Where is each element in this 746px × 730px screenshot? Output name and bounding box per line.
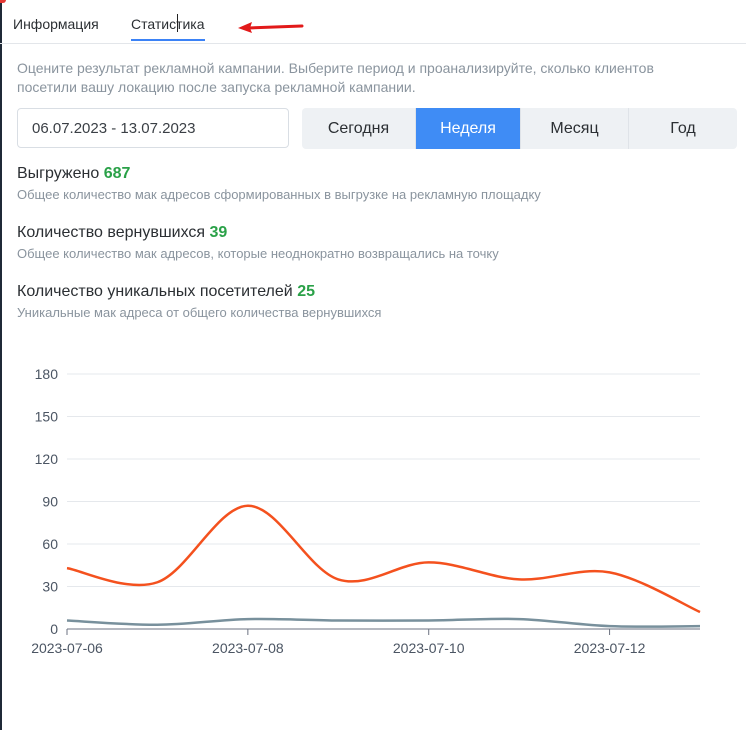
stat-returned-subtitle: Общее количество мак адресов, которые не… bbox=[17, 246, 499, 261]
stat-exported-label: Выгружено bbox=[17, 165, 100, 182]
active-tab-indicator bbox=[131, 39, 205, 41]
stat-exported-title: Выгружено 687 bbox=[17, 165, 541, 183]
y-tick-label: 0 bbox=[50, 621, 58, 637]
y-tick-label: 30 bbox=[42, 579, 58, 595]
stat-returned-label: Количество вернувшихся bbox=[17, 224, 206, 241]
x-tick-label: 2023-07-06 bbox=[31, 640, 103, 656]
stat-returned: Количество вернувшихся 39 Общее количест… bbox=[17, 224, 499, 261]
y-tick-label: 180 bbox=[35, 366, 59, 382]
y-tick-label: 120 bbox=[35, 451, 59, 467]
y-tick-label: 60 bbox=[42, 536, 58, 552]
text-cursor bbox=[177, 14, 178, 32]
stat-returned-title: Количество вернувшихся 39 bbox=[17, 224, 499, 242]
y-tick-label: 90 bbox=[42, 494, 58, 510]
period-today-button[interactable]: Сегодня bbox=[302, 108, 416, 149]
tab-information[interactable]: Информация bbox=[13, 16, 99, 32]
x-tick-label: 2023-07-08 bbox=[212, 640, 284, 656]
tab-statistics-label: Статистика bbox=[131, 16, 205, 32]
x-tick-label: 2023-07-10 bbox=[393, 640, 465, 656]
period-year-button[interactable]: Год bbox=[629, 108, 737, 149]
y-tick-label: 150 bbox=[35, 409, 59, 425]
red-arrow-annotation-icon bbox=[238, 22, 304, 33]
x-tick-label: 2023-07-12 bbox=[574, 640, 646, 656]
stat-exported-subtitle: Общее количество мак адресов сформирован… bbox=[17, 187, 541, 202]
visits-line-chart: 0 30 60 90 120 150 180 2023-07-06 2023-07-08 2023… bbox=[31, 366, 701, 656]
stat-unique-subtitle: Уникальные мак адреса от общего количест… bbox=[17, 305, 382, 320]
stat-exported: Выгружено 687 Общее количество мак адрес… bbox=[17, 165, 541, 202]
series-orange-line bbox=[66, 504, 701, 614]
date-range-input[interactable]: 06.07.2023 - 13.07.2023 bbox=[17, 108, 289, 148]
tab-bar: Информация Статистика bbox=[0, 0, 746, 44]
period-selector: Сегодня Неделя Месяц Год bbox=[302, 108, 737, 149]
series-gray-line bbox=[66, 617, 701, 628]
tab-statistics[interactable]: Статистика bbox=[131, 16, 205, 41]
period-week-button[interactable]: Неделя bbox=[416, 108, 521, 149]
stat-unique-value: 25 bbox=[297, 283, 315, 300]
period-month-button[interactable]: Месяц bbox=[521, 108, 629, 149]
stat-exported-value: 687 bbox=[103, 165, 131, 182]
page-description: Оцените результат рекламной кампании. Вы… bbox=[17, 60, 654, 95]
stat-unique-title: Количество уникальных посетителей 25 bbox=[17, 283, 381, 301]
stat-returned-value: 39 bbox=[209, 224, 228, 241]
stat-unique: Количество уникальных посетителей 25 Уни… bbox=[17, 283, 381, 320]
stat-unique-label: Количество уникальных посетителей bbox=[17, 283, 293, 300]
